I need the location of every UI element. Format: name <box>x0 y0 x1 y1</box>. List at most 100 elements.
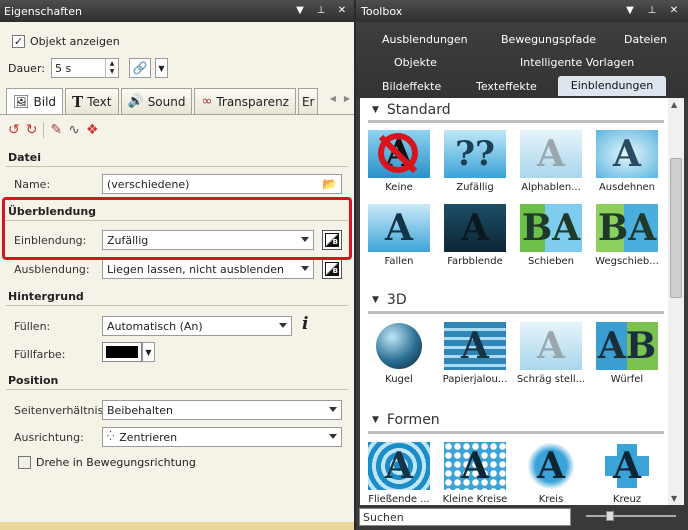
link-dropdown[interactable]: ▼ <box>155 58 168 78</box>
papierjalousie-thumbnail: A <box>444 322 506 370</box>
category-3d[interactable]: ▼ 3D <box>360 288 664 312</box>
toolbar-divider <box>43 122 45 138</box>
scroll-thumb[interactable] <box>670 158 682 298</box>
tab-scroll-right-icon[interactable]: ▶ <box>344 94 350 103</box>
sphere-icon <box>376 323 422 369</box>
category-standard[interactable]: ▼ Standard <box>360 98 664 122</box>
ausrichtung-label: Ausrichtung: <box>14 431 84 444</box>
transition-item-keine[interactable]: A Keine <box>362 130 436 193</box>
tab-intelligente-vorlagen[interactable]: Intelligente Vorlagen <box>520 56 634 69</box>
tab-texteffekte[interactable]: Texteffekte <box>476 80 537 93</box>
dropdown-icon[interactable]: ▼ <box>624 4 636 17</box>
transition-item-wuerfel[interactable]: AB Würfel <box>590 322 664 385</box>
category-title: 3D <box>386 292 407 308</box>
pin-icon[interactable]: ⊥ <box>646 4 658 17</box>
tab-bild[interactable]: 🖼 Bild <box>6 88 64 115</box>
item-caption: Keine <box>385 182 413 193</box>
tab-scroll-left-icon[interactable]: ◀ <box>330 94 336 103</box>
pin-icon[interactable]: ⊥ <box>315 4 327 17</box>
scroll-down-icon[interactable]: ▼ <box>671 494 677 503</box>
edit-pencil-icon[interactable]: ✎ <box>50 122 62 138</box>
transition-item-schieben[interactable]: BA Schieben <box>514 204 588 267</box>
link-icon[interactable]: 🔗 <box>129 58 151 78</box>
close-icon[interactable]: ✕ <box>336 4 348 17</box>
show-object-label: Objekt anzeigen <box>30 35 120 48</box>
chevron-down-icon <box>279 323 287 328</box>
ausblendung-select[interactable]: Liegen lassen, nicht ausblenden <box>102 259 314 279</box>
transition-item-wegschieben[interactable]: BA Wegschieb... <box>590 204 664 267</box>
fuellen-select[interactable]: Automatisch (An) <box>102 316 292 336</box>
toolbox-panel: Toolbox ▼ ⊥ ✕ Ausblendungen Bewegungspfa… <box>356 0 688 530</box>
tab-transparenz-label: Transparenz <box>216 94 289 109</box>
curve-path-icon[interactable]: ∿ <box>68 122 80 138</box>
item-caption: Kreis <box>538 494 564 505</box>
category-formen[interactable]: ▼ Formen <box>360 408 664 432</box>
transition-item-kleine-kreise[interactable]: A Kleine Kreise <box>438 442 512 505</box>
ausblendung-effect-button[interactable]: B <box>322 259 342 279</box>
tab-objekte[interactable]: Objekte <box>394 56 437 69</box>
tab-dateien[interactable]: Dateien <box>624 33 667 46</box>
image-filter-icon[interactable]: ❖ <box>86 122 99 138</box>
zoom-slider-handle[interactable] <box>606 511 614 521</box>
transition-item-fallen[interactable]: A Fallen <box>362 204 436 267</box>
transition-item-ausdehnen[interactable]: A Ausdehnen <box>590 130 664 193</box>
stepper-arrows[interactable]: ▲ ▼ <box>105 59 118 77</box>
category-title: Standard <box>386 102 451 118</box>
transition-item-farbblende[interactable]: A Farbblende <box>438 204 512 267</box>
tab-text-label: Text <box>87 94 112 109</box>
item-caption: Schräg stell... <box>516 374 586 385</box>
tab-bildeffekte[interactable]: Bildeffekte <box>382 80 441 93</box>
fuellfarbe-swatch[interactable] <box>102 342 142 362</box>
scroll-up-icon[interactable]: ▲ <box>671 100 677 109</box>
show-object-checkbox[interactable]: ✓ <box>12 35 25 48</box>
image-toolbar: ↺ ↻ ✎ ∿ ❖ <box>8 122 99 138</box>
dropdown-icon[interactable]: ▼ <box>294 4 306 17</box>
ausrichtung-select[interactable]: ⁛ Zentrieren <box>102 427 342 447</box>
transition-item-alphablend[interactable]: A Alphablen... <box>514 130 588 193</box>
transition-item-zufaellig[interactable]: ?? Zufällig <box>438 130 512 193</box>
collapse-icon[interactable]: ▼ <box>372 105 379 115</box>
transition-item-fliessende[interactable]: A Fließende ... <box>362 442 436 505</box>
collapse-icon[interactable]: ▼ <box>372 415 379 425</box>
rotate-right-icon[interactable]: ↻ <box>26 122 38 138</box>
tab-transparenz[interactable]: ∞ Transparenz <box>194 88 296 114</box>
sound-icon: 🔊 <box>127 94 144 109</box>
collapse-icon[interactable]: ▼ <box>372 295 379 305</box>
seitenverhaeltnis-select[interactable]: Beibehalten <box>102 400 342 420</box>
transition-item-papierjalousie[interactable]: A Papierjalou... <box>438 322 512 385</box>
rotate-left-icon[interactable]: ↺ <box>8 122 20 138</box>
section-position: Position <box>8 374 59 387</box>
gallery-scrollbar[interactable]: ▲ ▼ <box>668 98 684 505</box>
duration-value: 5 s <box>55 61 72 75</box>
fallen-thumbnail: A <box>368 204 430 252</box>
transition-item-kugel[interactable]: Kugel <box>362 322 436 385</box>
fuellfarbe-dropdown[interactable]: ▼ <box>142 342 155 362</box>
transition-item-kreuz[interactable]: A Kreuz <box>590 442 664 505</box>
show-object-row[interactable]: ✓ Objekt anzeigen <box>12 35 120 48</box>
section-divider <box>6 166 348 167</box>
item-caption: Zufällig <box>456 182 494 193</box>
transition-item-schraeg-stellen[interactable]: A Schräg stell... <box>514 322 588 385</box>
category-divider <box>368 431 664 434</box>
tab-bewegungspfade[interactable]: Bewegungspfade <box>501 33 596 46</box>
transition-item-kreis[interactable]: A Kreis <box>514 442 588 505</box>
zoom-slider[interactable] <box>586 511 676 521</box>
folder-open-icon[interactable]: 📂 <box>322 177 337 191</box>
tab-einblendungen[interactable]: Einblendungen <box>558 76 666 96</box>
tab-text[interactable]: T Text <box>65 88 119 114</box>
close-icon[interactable]: ✕ <box>668 4 680 17</box>
fuellfarbe-label: Füllfarbe: <box>14 348 66 361</box>
properties-tabs: 🖼 Bild T Text 🔊 Sound ∞ Transparenz Er <box>6 88 319 115</box>
tab-ausblendungen[interactable]: Ausblendungen <box>382 33 468 46</box>
drehe-checkbox[interactable] <box>18 456 31 469</box>
duration-stepper[interactable]: 5 s ▲ ▼ <box>51 58 119 78</box>
info-icon[interactable]: i <box>302 314 308 334</box>
toolbox-tabs: Ausblendungen Bewegungspfade Dateien Obj… <box>356 22 688 98</box>
tab-sound[interactable]: 🔊 Sound <box>120 88 193 114</box>
tab-overflow[interactable]: Er <box>297 88 319 114</box>
name-field[interactable]: (verschiedene) 📂 <box>102 174 342 194</box>
search-input[interactable]: Suchen <box>359 508 571 526</box>
drehe-row[interactable]: Drehe in Bewegungsrichtung <box>18 456 196 469</box>
panel-footer <box>0 522 354 530</box>
transition-gallery: ▼ Standard A Keine ?? Zufällig A Alphabl… <box>360 98 668 505</box>
